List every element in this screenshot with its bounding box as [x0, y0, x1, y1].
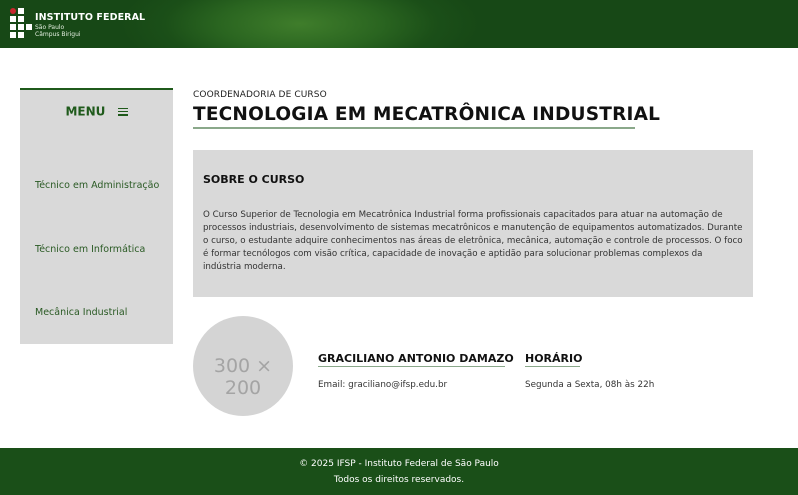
- hours-text: Segunda a Sexta, 08h às 22h: [525, 380, 655, 390]
- if-logo-icon[interactable]: [10, 8, 32, 38]
- hamburger-icon[interactable]: [117, 107, 128, 116]
- section-kicker: COORDENADORIA DE CURSO: [193, 90, 327, 100]
- coordinator-photo: 300 × 200: [193, 316, 293, 416]
- brand-state: São Paulo: [35, 23, 65, 31]
- coordinator-email[interactable]: Email: graciliano@ifsp.edu.br: [318, 380, 447, 390]
- brand-title: INSTITUTO FEDERAL: [35, 12, 146, 23]
- sidebar-item-informatica[interactable]: Técnico em Informática: [35, 244, 145, 255]
- page-title: TECNOLOGIA EM MECATRÔNICA INDUSTRIAL: [193, 104, 661, 125]
- top-header: INSTITUTO FEDERAL São Paulo Câmpus Birig…: [0, 0, 798, 48]
- coordinator-name: GRACILIANO ANTONIO DAMAZO: [318, 352, 514, 365]
- about-text: O Curso Superior de Tecnologia em Mecatr…: [203, 210, 743, 273]
- title-divider: [193, 127, 635, 129]
- coordinator-divider: [318, 366, 505, 368]
- page-footer: © 2025 IFSP - Instituto Federal de São P…: [0, 448, 798, 495]
- footer-copyright: © 2025 IFSP - Instituto Federal de São P…: [299, 459, 499, 469]
- sidebar-item-mecanica[interactable]: Mecânica Industrial: [35, 307, 127, 318]
- hours-title: HORÁRIO: [525, 352, 583, 365]
- menu-toggle[interactable]: MENU: [20, 104, 173, 119]
- brand-subtitle: São Paulo Câmpus Birigui: [35, 24, 81, 39]
- brand-campus: Câmpus Birigui: [35, 31, 81, 38]
- menu-label: MENU: [65, 104, 106, 119]
- footer-rights: Todos os direitos reservados.: [333, 475, 465, 485]
- about-course-box: SOBRE O CURSO O Curso Superior de Tecnol…: [193, 150, 753, 297]
- photo-placeholder-text: 300 × 200: [213, 355, 273, 399]
- sidebar-item-administracao[interactable]: Técnico em Administração: [35, 180, 159, 191]
- about-heading: SOBRE O CURSO: [203, 173, 305, 186]
- hours-divider: [525, 366, 580, 368]
- sidebar-menu: MENU Técnico em Administração Técnico em…: [20, 88, 173, 344]
